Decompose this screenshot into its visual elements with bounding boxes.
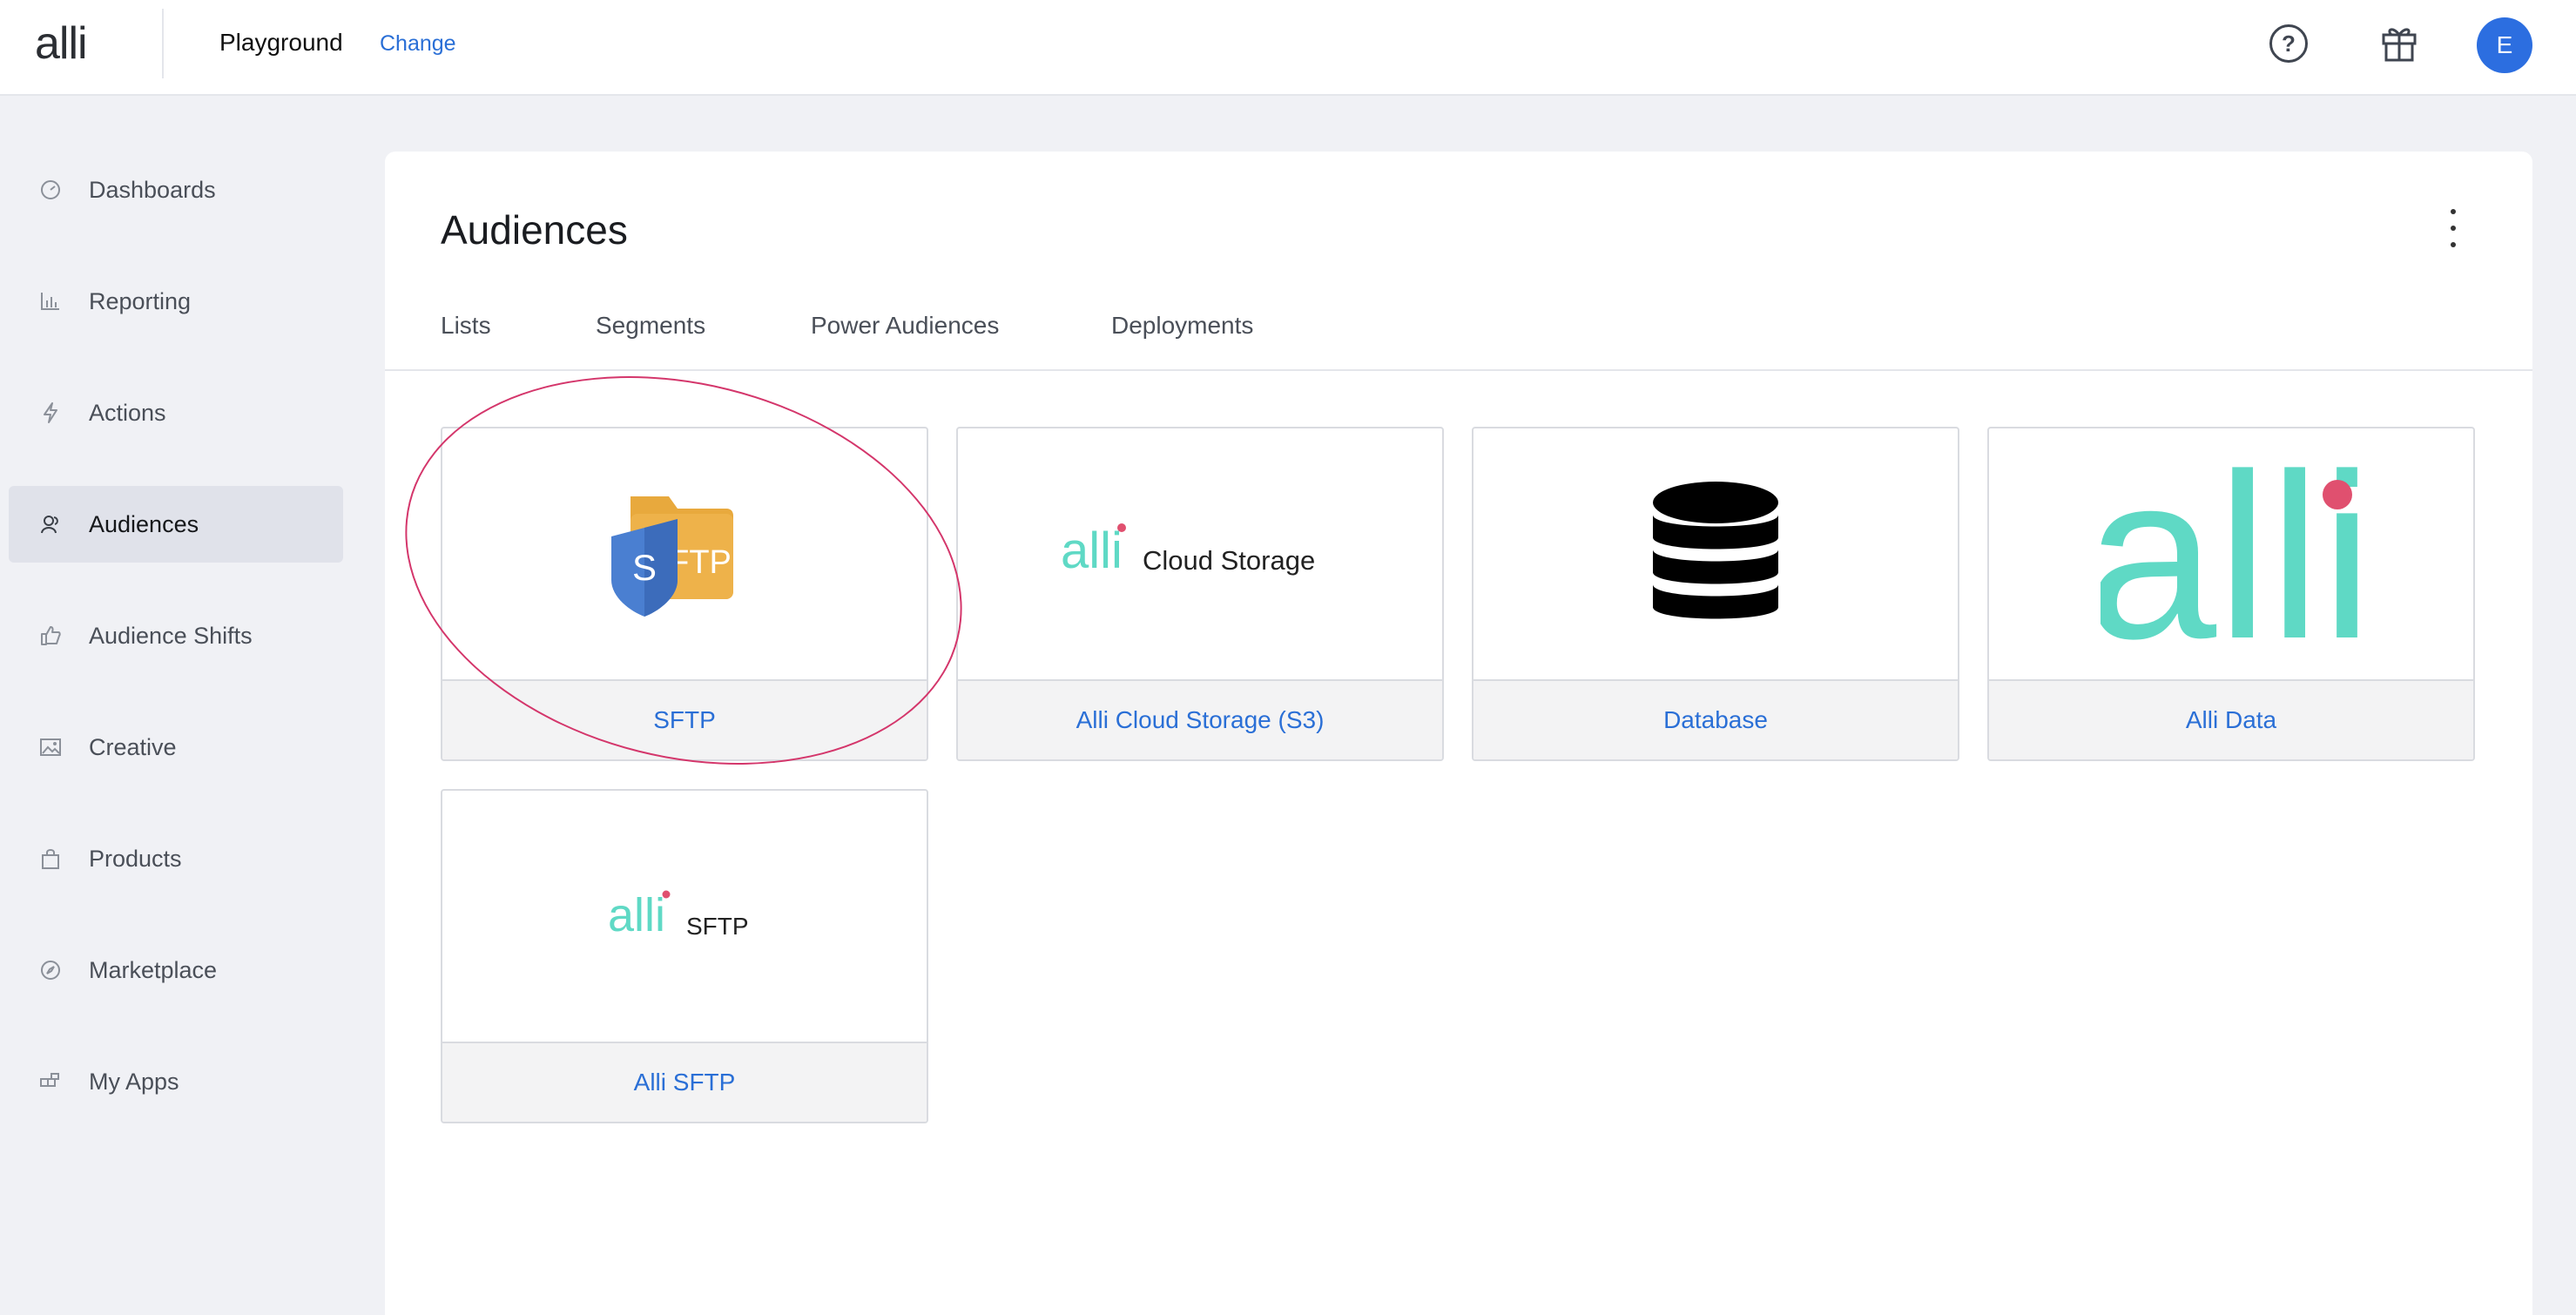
- connector-card-database[interactable]: Database: [1472, 427, 1959, 761]
- connector-card-alli-sftp[interactable]: alli SFTP Alli SFTP: [441, 789, 928, 1123]
- sidebar-item-label: Audience Shifts: [89, 622, 253, 649]
- svg-text:S: S: [632, 547, 657, 588]
- sidebar-item-marketplace[interactable]: Marketplace: [9, 932, 343, 1008]
- connector-card-sftp[interactable]: FTP S SFTP: [441, 427, 928, 761]
- sidebar-item-label: Creative: [89, 733, 177, 760]
- header-divider: [162, 9, 164, 78]
- sidebar-item-label: Audiences: [89, 510, 199, 537]
- audience-icon: [38, 512, 63, 536]
- sidebar-item-label: My Apps: [89, 1068, 179, 1095]
- tab-power-audiences[interactable]: Power Audiences: [811, 308, 999, 343]
- lightning-icon: [38, 401, 63, 425]
- page-title: Audiences: [441, 207, 628, 253]
- image-icon: [38, 735, 63, 759]
- workspace-name: Playground: [219, 29, 343, 56]
- tab-lists[interactable]: Lists: [441, 308, 491, 343]
- connector-card-alli-cloud-storage[interactable]: alli Cloud Storage Alli Cloud Storage (S…: [956, 427, 1444, 761]
- top-bar: alli Playground Change ? E: [0, 0, 2576, 96]
- sidebar-item-audience-shifts[interactable]: Audience Shifts: [9, 597, 343, 674]
- tab-deployments[interactable]: Deployments: [1111, 308, 1253, 343]
- sidebar-item-my-apps[interactable]: My Apps: [9, 1043, 343, 1120]
- connector-card-label: Alli Data: [1989, 679, 2473, 759]
- sidebar-item-actions[interactable]: Actions: [9, 374, 343, 451]
- tab-bar: Lists Segments Power Audiences Deploymen…: [385, 308, 2532, 371]
- compass-icon: [38, 958, 63, 982]
- connector-card-label: Alli SFTP: [442, 1042, 927, 1122]
- bar-chart-icon: [38, 289, 63, 314]
- alli-data-logo: alli: [1989, 428, 2473, 679]
- sftp-logo: FTP S: [442, 428, 927, 679]
- user-avatar[interactable]: E: [2477, 17, 2532, 73]
- connector-card-label: Database: [1473, 679, 1958, 759]
- alli-cloud-storage-logo: alli Cloud Storage: [958, 428, 1442, 679]
- alli-sftp-logo: alli SFTP: [442, 791, 927, 1042]
- tab-segments[interactable]: Segments: [596, 308, 705, 343]
- connector-card-label: SFTP: [442, 679, 927, 759]
- sidebar-item-label: Dashboards: [89, 176, 216, 203]
- help-icon[interactable]: ?: [2269, 24, 2308, 63]
- thumbs-up-icon: [38, 624, 63, 648]
- sidebar-item-dashboards[interactable]: Dashboards: [9, 152, 343, 228]
- svg-text:SFTP: SFTP: [686, 913, 749, 940]
- sidebar-item-label: Actions: [89, 399, 166, 426]
- svg-text:alli: alli: [2101, 458, 2362, 650]
- svg-text:FTP: FTP: [669, 544, 732, 581]
- main-panel: Audiences Lists Segments Power Audiences…: [385, 152, 2532, 1315]
- app-logo[interactable]: alli: [35, 19, 88, 68]
- sidebar-item-reporting[interactable]: Reporting: [9, 263, 343, 340]
- connector-card-alli-data[interactable]: alli Alli Data: [1987, 427, 2475, 761]
- apps-icon: [38, 1069, 63, 1094]
- connector-card-label: Alli Cloud Storage (S3): [958, 679, 1442, 759]
- database-icon: [1473, 428, 1958, 679]
- shopping-bag-icon: [38, 846, 63, 871]
- svg-text:alli: alli: [1061, 523, 1123, 579]
- sidebar-item-products[interactable]: Products: [9, 820, 343, 897]
- sidebar-item-creative[interactable]: Creative: [9, 709, 343, 786]
- change-workspace-link[interactable]: Change: [380, 30, 456, 57]
- gauge-icon: [38, 178, 63, 202]
- gift-icon[interactable]: [2381, 23, 2418, 63]
- kebab-menu-icon[interactable]: [2440, 209, 2466, 247]
- sidebar-item-audiences[interactable]: Audiences: [9, 486, 343, 563]
- sidebar-item-label: Products: [89, 845, 182, 872]
- svg-text:Cloud Storage: Cloud Storage: [1143, 545, 1315, 576]
- sidebar-item-label: Reporting: [89, 287, 192, 314]
- sidebar-item-label: Marketplace: [89, 956, 218, 983]
- svg-text:alli: alli: [608, 889, 665, 941]
